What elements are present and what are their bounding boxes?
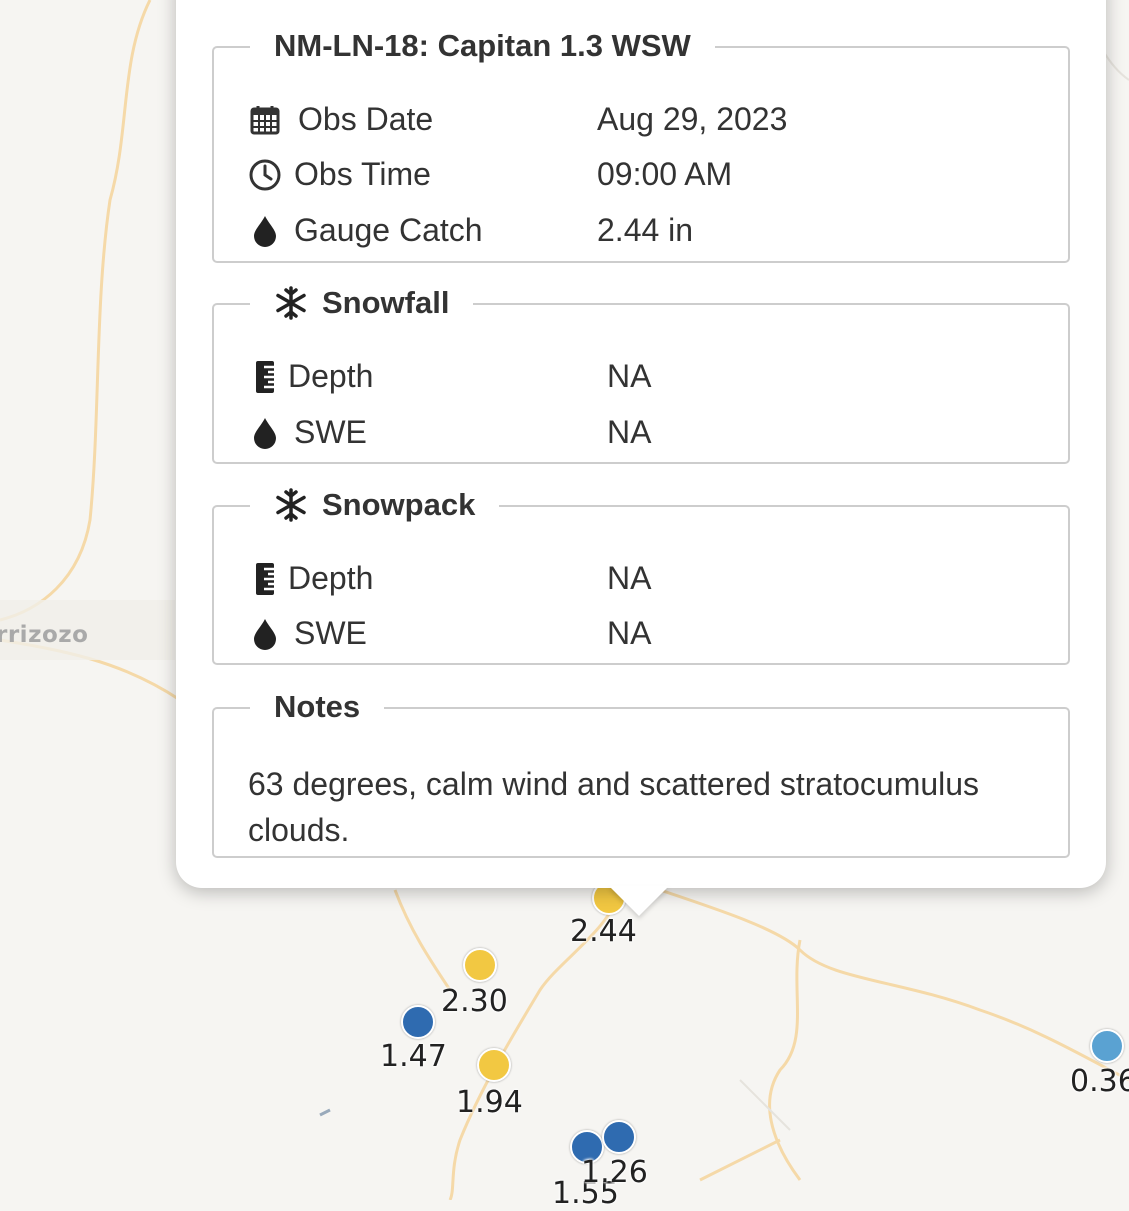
gauge-catch-label: Gauge Catch	[294, 212, 483, 248]
snowflake-icon	[274, 286, 308, 320]
snowpack-depth-label: Depth	[288, 560, 374, 596]
snowfall-swe-label: SWE	[294, 414, 367, 450]
calendar-icon	[248, 103, 282, 137]
snowpack-title-text: Snowpack	[322, 487, 476, 522]
snowfall-swe-value: NA	[607, 414, 652, 450]
snowfall-title-text: Snowfall	[322, 285, 450, 320]
snowfall-section: Snowfall Depth NA SWE NA	[212, 283, 1070, 464]
clock-icon	[248, 158, 282, 192]
droplet-icon	[248, 214, 282, 248]
ruler-icon	[248, 562, 282, 596]
station-marker[interactable]	[1090, 1029, 1124, 1063]
popup-pointer	[609, 886, 669, 916]
obs-date-label: Obs Date	[298, 101, 434, 137]
droplet-icon	[248, 617, 282, 651]
obs-time-label: Obs Time	[294, 156, 431, 192]
station-marker-label: 1.26	[581, 1155, 648, 1190]
snowfall-depth-value: NA	[607, 358, 652, 394]
station-marker-label: 2.30	[441, 984, 508, 1019]
ruler-icon	[248, 360, 282, 394]
obs-time-value: 09:00 AM	[597, 156, 733, 192]
station-marker-label: 0.36	[1070, 1064, 1129, 1099]
droplet-icon	[248, 416, 282, 450]
notes-title: Notes	[250, 687, 385, 727]
snowpack-section: Snowpack Depth NA SWE NA	[212, 485, 1070, 665]
snowfall-depth-label: Depth	[288, 358, 374, 394]
station-title: NM-LN-18: Capitan 1.3 WSW	[250, 26, 715, 66]
obs-date-value: Aug 29, 2023	[597, 101, 788, 137]
snowpack-depth-value: NA	[607, 560, 652, 596]
snowflake-icon	[274, 488, 308, 522]
map-place-label: rrizozo	[0, 622, 89, 648]
station-marker[interactable]	[401, 1005, 435, 1039]
observation-section: NM-LN-18: Capitan 1.3 WSW Obs Date Aug 2…	[212, 26, 1070, 263]
snowfall-title: Snowfall	[250, 283, 474, 323]
snowpack-swe-value: NA	[607, 615, 652, 651]
notes-text: 63 degrees, calm wind and scattered stra…	[248, 766, 980, 848]
station-marker-label: 1.47	[380, 1039, 447, 1074]
snowpack-title: Snowpack	[250, 485, 500, 525]
notes-section: Notes 63 degrees, calm wind and scattere…	[212, 687, 1070, 858]
station-marker-label: 2.44	[570, 914, 637, 949]
gauge-catch-value: 2.44 in	[597, 212, 694, 248]
station-marker-label: 1.94	[456, 1085, 523, 1120]
snowpack-swe-label: SWE	[294, 615, 367, 651]
station-marker[interactable]	[477, 1048, 511, 1082]
station-marker[interactable]	[602, 1120, 636, 1154]
station-marker[interactable]	[463, 948, 497, 982]
